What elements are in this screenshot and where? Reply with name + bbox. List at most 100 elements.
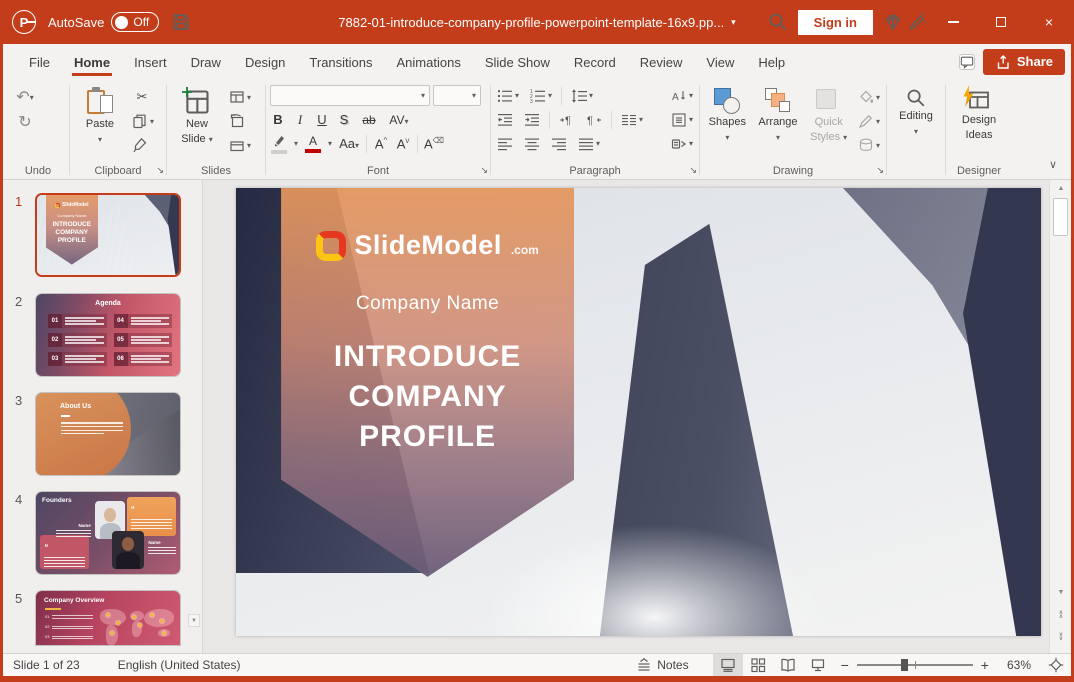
italic-button[interactable]: I xyxy=(292,112,308,128)
slide-indicator[interactable]: Slide 1 of 23 xyxy=(3,654,90,676)
paste-button[interactable]: Paste ▾ xyxy=(74,85,126,146)
slide-title-textbox[interactable]: INTRODUCE COMPANY PROFILE xyxy=(334,337,521,457)
comments-button[interactable] xyxy=(959,54,975,70)
increase-font-button[interactable]: A^ xyxy=(373,136,389,151)
tab-file[interactable]: File xyxy=(17,47,62,77)
tab-draw[interactable]: Draw xyxy=(179,47,233,77)
clear-formatting-button[interactable]: A⌫ xyxy=(424,136,440,151)
font-dialog-launcher[interactable]: ↘ xyxy=(480,165,488,176)
tab-insert[interactable]: Insert xyxy=(122,47,179,77)
tab-animations[interactable]: Animations xyxy=(385,47,473,77)
slide-canvas-area[interactable]: SlideModel .com Company Name INTRODUCE C… xyxy=(203,180,1049,653)
quick-styles-button[interactable]: Quick Styles ▾ xyxy=(805,85,852,144)
slide-1-canvas[interactable]: SlideModel .com Company Name INTRODUCE C… xyxy=(236,188,1041,636)
editing-button[interactable]: Editing ▾ xyxy=(891,85,941,138)
powerpoint-app-icon[interactable]: P xyxy=(12,10,36,34)
shape-effects-button[interactable]: ▾ xyxy=(856,135,882,155)
ribbon-display-diamond-icon[interactable] xyxy=(883,12,903,32)
font-color-button[interactable]: A xyxy=(304,134,322,153)
thumbnail-slide-2[interactable]: Agenda 01 04 02 05 03 06 xyxy=(35,293,181,377)
ltr-button[interactable] xyxy=(557,110,577,130)
bullets-button[interactable]: ▾ xyxy=(495,86,521,106)
zoom-in-button[interactable]: + xyxy=(981,657,989,673)
reading-view-button[interactable] xyxy=(773,654,803,676)
vertical-scrollbar[interactable]: ▲ ▼ ∧∧ ∨∨ xyxy=(1049,180,1071,653)
search-icon[interactable] xyxy=(768,12,788,32)
align-left-button[interactable] xyxy=(495,134,515,154)
zoom-level[interactable]: 63% xyxy=(997,654,1041,676)
tab-design[interactable]: Design xyxy=(233,47,297,77)
columns-button[interactable]: ▾ xyxy=(619,110,645,130)
new-slide-button[interactable]: New Slide ▾ xyxy=(171,85,223,146)
clipboard-dialog-launcher[interactable]: ↘ xyxy=(156,165,164,176)
thumbnail-slide-1[interactable]: SlideModel Company Name INTRODUCECOMPANY… xyxy=(35,193,181,277)
format-painter-button[interactable] xyxy=(130,135,156,155)
previous-slide-button[interactable]: ∧∧ xyxy=(1050,607,1072,623)
slidemodel-logo[interactable]: SlideModel .com xyxy=(316,230,539,261)
paragraph-dialog-launcher[interactable]: ↘ xyxy=(689,165,697,176)
tab-home[interactable]: Home xyxy=(62,47,122,77)
design-ideas-button[interactable]: Design Ideas xyxy=(953,85,1005,142)
copy-button[interactable]: ▾ xyxy=(130,111,156,131)
scroll-up-button[interactable]: ▲ xyxy=(1050,180,1072,197)
shape-fill-button[interactable]: ▾ xyxy=(856,87,882,107)
numbering-button[interactable]: ▾ xyxy=(528,86,554,106)
arrange-button[interactable]: Arrange ▾ xyxy=(755,85,802,144)
ink-replay-pen-icon[interactable] xyxy=(907,12,927,32)
fit-slide-button[interactable] xyxy=(1041,654,1071,676)
change-case-button[interactable]: Aa▾ xyxy=(338,136,360,151)
increase-indent-button[interactable] xyxy=(522,110,542,130)
slide-sorter-view-button[interactable] xyxy=(743,654,773,676)
next-slide-button[interactable]: ∨∨ xyxy=(1050,629,1072,645)
normal-view-button[interactable] xyxy=(713,654,743,676)
decrease-indent-button[interactable] xyxy=(495,110,515,130)
close-button[interactable]: × xyxy=(1027,5,1071,39)
bold-button[interactable]: B xyxy=(270,112,286,127)
slide-layout-button[interactable]: ▾ xyxy=(227,87,253,107)
cut-button[interactable]: ✂ xyxy=(130,87,156,107)
justify-button[interactable]: ▾ xyxy=(576,134,602,154)
tab-record[interactable]: Record xyxy=(562,47,628,77)
maximize-button[interactable] xyxy=(979,5,1023,39)
redo-button[interactable]: ↻ xyxy=(15,112,35,132)
align-center-button[interactable] xyxy=(522,134,542,154)
strikethrough-button[interactable]: ab xyxy=(358,113,380,127)
minimize-button[interactable] xyxy=(931,5,975,39)
reset-slide-button[interactable] xyxy=(227,111,253,131)
zoom-out-button[interactable]: − xyxy=(841,657,849,673)
scrollbar-thumb[interactable] xyxy=(1053,198,1068,236)
save-button[interactable] xyxy=(171,12,191,32)
thumbnail-slide-5[interactable]: Company Overview 01 02 03 04 xyxy=(35,590,181,646)
align-text-button[interactable]: ▾ xyxy=(669,110,695,130)
font-size-combo[interactable]: ▾ xyxy=(433,85,481,106)
shapes-button[interactable]: Shapes ▾ xyxy=(704,85,751,144)
underline-button[interactable]: U xyxy=(314,112,330,127)
company-name-textbox[interactable]: Company Name xyxy=(356,293,499,315)
tab-view[interactable]: View xyxy=(694,47,746,77)
tab-transitions[interactable]: Transitions xyxy=(297,47,384,77)
language-indicator[interactable]: English (United States) xyxy=(108,654,251,676)
undo-button[interactable]: ↶▾ xyxy=(15,87,35,107)
thumbnail-slide-3[interactable]: About Us xyxy=(35,392,181,476)
shape-outline-button[interactable]: ▾ xyxy=(856,111,882,131)
tab-slide-show[interactable]: Slide Show xyxy=(473,47,562,77)
smartart-button[interactable]: ▾ xyxy=(669,134,695,154)
text-shadow-button[interactable]: S xyxy=(336,112,352,127)
tab-help[interactable]: Help xyxy=(746,47,797,77)
share-button[interactable]: Share xyxy=(983,49,1065,75)
tab-review[interactable]: Review xyxy=(628,47,695,77)
autosave-control[interactable]: AutoSave Off xyxy=(48,12,159,32)
slide-show-button[interactable] xyxy=(803,654,833,676)
align-right-button[interactable] xyxy=(549,134,569,154)
highlight-button[interactable] xyxy=(270,133,288,154)
section-button[interactable]: ▾ xyxy=(227,135,253,155)
zoom-slider-thumb[interactable] xyxy=(901,659,908,671)
character-spacing-button[interactable]: AV▾ xyxy=(386,113,412,127)
sign-in-button[interactable]: Sign in xyxy=(798,10,873,35)
collapse-ribbon-button[interactable]: ∨ xyxy=(1049,158,1057,171)
scroll-down-button[interactable]: ▼ xyxy=(1050,584,1072,601)
rtl-button[interactable] xyxy=(584,110,604,130)
drawing-dialog-launcher[interactable]: ↘ xyxy=(876,165,884,176)
text-direction-button[interactable]: ▾ xyxy=(669,86,695,106)
thumbnail-slide-4[interactable]: “ “ Founders Name Name xyxy=(35,491,181,575)
